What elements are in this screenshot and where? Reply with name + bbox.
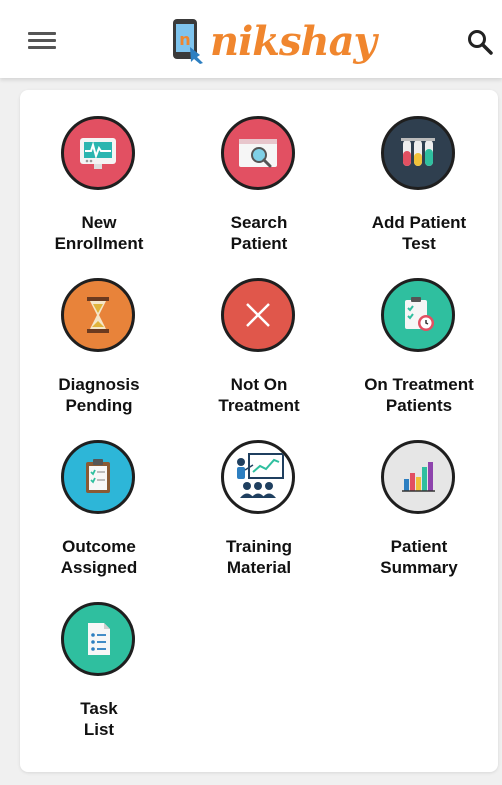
tile-label: Not On Treatment — [180, 374, 338, 416]
tile-label: Add Patient Test — [340, 212, 498, 254]
heart-monitor-icon — [61, 116, 135, 190]
search-icon[interactable] — [466, 28, 494, 56]
tile-label: Outcome Assigned — [20, 536, 178, 578]
nikshay-logo: n nikshay — [170, 14, 377, 68]
tile-label-line1: Search — [230, 213, 288, 232]
tile-label-line2: Patient — [230, 234, 288, 253]
tile-label-line1: Not On — [230, 375, 288, 394]
tile-label-line1: Patient — [390, 537, 448, 556]
tile-on-treatment-patients[interactable]: On Treatment Patients — [340, 252, 498, 415]
tile-label-line2: Material — [226, 558, 292, 577]
tile-label-line1: On Treatment — [364, 375, 474, 394]
tile-label-line2: Enrollment — [54, 234, 144, 253]
tile-training-material[interactable]: Training Material — [180, 414, 338, 577]
svg-text:n: n — [179, 30, 190, 49]
tile-new-enrollment[interactable]: New Enrollment — [20, 90, 178, 253]
tile-search-patient[interactable]: Search Patient — [180, 90, 338, 253]
app-bar: n nikshay — [0, 0, 502, 78]
tile-label-line1: New — [81, 213, 117, 232]
tile-label-line2: Test — [402, 234, 436, 253]
tile-label-line2: List — [83, 720, 115, 739]
tile-label-line2: Summary — [380, 558, 458, 577]
presentation-board-icon — [221, 440, 295, 514]
menu-grid-card: New Enrollment Search Patient Add Patien… — [20, 90, 498, 772]
tile-label-line1: Outcome — [62, 537, 136, 556]
tile-label-line2: Assigned — [60, 558, 138, 577]
tile-label: Patient Summary — [340, 536, 498, 578]
hamburger-menu-icon[interactable] — [28, 28, 58, 52]
tile-label-line2: Patients — [385, 396, 453, 415]
tile-task-list[interactable]: Task List — [20, 576, 178, 739]
document-list-icon — [61, 602, 135, 676]
tile-label-line1: Task — [80, 699, 118, 718]
logo-text: nikshay — [210, 17, 377, 65]
tile-diagnosis-pending[interactable]: Diagnosis Pending — [20, 252, 178, 415]
tile-label-line2: Pending — [65, 396, 133, 415]
tile-label: Task List — [20, 698, 178, 740]
close-x-icon — [221, 278, 295, 352]
tile-add-patient-test[interactable]: Add Patient Test — [340, 90, 498, 253]
bar-chart-icon — [381, 440, 455, 514]
clipboard-checklist-icon — [61, 440, 135, 514]
tile-not-on-treatment[interactable]: Not On Treatment — [180, 252, 338, 415]
phone-logo-icon: n — [173, 19, 203, 64]
hourglass-icon — [61, 278, 135, 352]
tile-label-line1: Diagnosis — [58, 375, 140, 394]
test-tubes-icon — [381, 116, 455, 190]
tile-label-line1: Add Patient — [371, 213, 467, 232]
clipboard-clock-icon — [381, 278, 455, 352]
search-browser-icon — [221, 116, 295, 190]
tile-label-line1: Training — [225, 537, 293, 556]
tile-patient-summary[interactable]: Patient Summary — [340, 414, 498, 577]
tile-label-line2: Treatment — [218, 396, 300, 415]
tile-label: New Enrollment — [20, 212, 178, 254]
tile-label: Diagnosis Pending — [20, 374, 178, 416]
tile-outcome-assigned[interactable]: Outcome Assigned — [20, 414, 178, 577]
tile-label: On Treatment Patients — [340, 374, 498, 416]
tile-label: Training Material — [180, 536, 338, 578]
tile-label: Search Patient — [180, 212, 338, 254]
